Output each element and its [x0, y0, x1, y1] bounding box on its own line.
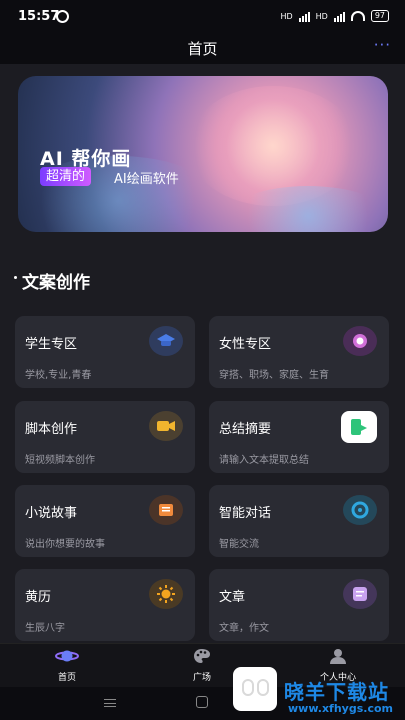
palette-icon: [172, 648, 232, 667]
card-story[interactable]: 小说故事 说出你想要的故事: [15, 485, 195, 557]
signal-label-2: HD: [315, 11, 328, 21]
watermark-url: www.xfhygs.com: [288, 702, 393, 715]
page-title: 首页: [187, 40, 218, 58]
article-icon: [343, 579, 377, 609]
book-icon: [149, 495, 183, 525]
logo-shape: [257, 679, 269, 696]
app-header: 首页 ···: [0, 34, 405, 64]
card-desc: 说出你想要的故事: [25, 539, 105, 550]
alarm-icon: [56, 10, 69, 23]
status-time: 15:57: [18, 9, 60, 24]
summary-icon: [341, 411, 377, 443]
watermark-logo: [233, 667, 277, 711]
card-article[interactable]: 文章 文章，作文: [209, 569, 389, 641]
banner-subtitle: AI绘画软件: [114, 172, 179, 187]
signal-label-1: HD: [280, 11, 293, 21]
planet-icon: [37, 648, 97, 667]
section-title: 文案创作: [22, 273, 90, 293]
wifi-icon: [350, 11, 365, 21]
card-desc: 穿搭、职场、家庭、生育: [219, 370, 329, 381]
card-student[interactable]: 学生专区 学校,专业,青春: [15, 316, 195, 388]
card-desc: 生辰八字: [25, 623, 65, 634]
card-script[interactable]: 脚本创作 短视频脚本创作: [15, 401, 195, 473]
user-icon: [308, 648, 368, 667]
tab-home[interactable]: 首页: [37, 648, 97, 683]
card-desc: 学校,专业,青春: [25, 370, 92, 381]
card-desc: 智能交流: [219, 539, 259, 550]
card-title: 总结摘要: [219, 422, 272, 437]
home-button[interactable]: [196, 696, 208, 708]
status-bar: 15:57 HD HD 97: [0, 0, 405, 34]
section-bullet: [14, 276, 17, 279]
recent-apps-button[interactable]: [104, 699, 116, 707]
card-title: 智能对话: [219, 506, 272, 521]
more-options-button[interactable]: ···: [374, 36, 391, 54]
card-desc: 文章，作文: [219, 623, 269, 634]
female-icon: [343, 326, 377, 356]
card-title: 小说故事: [25, 506, 78, 521]
sun-icon: [149, 579, 183, 609]
logo-shape: [242, 679, 254, 696]
status-icons: HD HD 97: [280, 10, 389, 22]
card-chat[interactable]: 智能对话 智能交流: [209, 485, 389, 557]
graduation-cap-icon: [149, 326, 183, 356]
promo-banner[interactable]: AI 帮你画 超清的 AI绘画软件: [18, 76, 388, 232]
card-desc: 短视频脚本创作: [25, 455, 95, 466]
watermark-title: 晓羊下载站: [284, 680, 389, 704]
tab-label: 广场: [192, 673, 211, 683]
signal-icon: [298, 11, 310, 22]
card-female[interactable]: 女性专区 穿搭、职场、家庭、生育: [209, 316, 389, 388]
card-desc: 请输入文本提取总结: [219, 455, 309, 466]
video-camera-icon: [149, 411, 183, 441]
card-title: 女性专区: [219, 337, 272, 352]
card-almanac[interactable]: 黄历 生辰八字: [15, 569, 195, 641]
card-summary[interactable]: 总结摘要 请输入文本提取总结: [209, 401, 389, 473]
card-title: 文章: [219, 590, 246, 605]
card-title: 脚本创作: [25, 422, 78, 437]
card-title: 黄历: [25, 590, 52, 605]
banner-tag: 超清的: [40, 167, 92, 186]
battery-icon: 97: [370, 10, 389, 22]
chat-icon: [343, 495, 377, 525]
tab-label: 首页: [57, 673, 76, 683]
tab-plaza[interactable]: 广场: [172, 648, 232, 683]
card-title: 学生专区: [25, 337, 78, 352]
signal-icon: [333, 11, 345, 22]
